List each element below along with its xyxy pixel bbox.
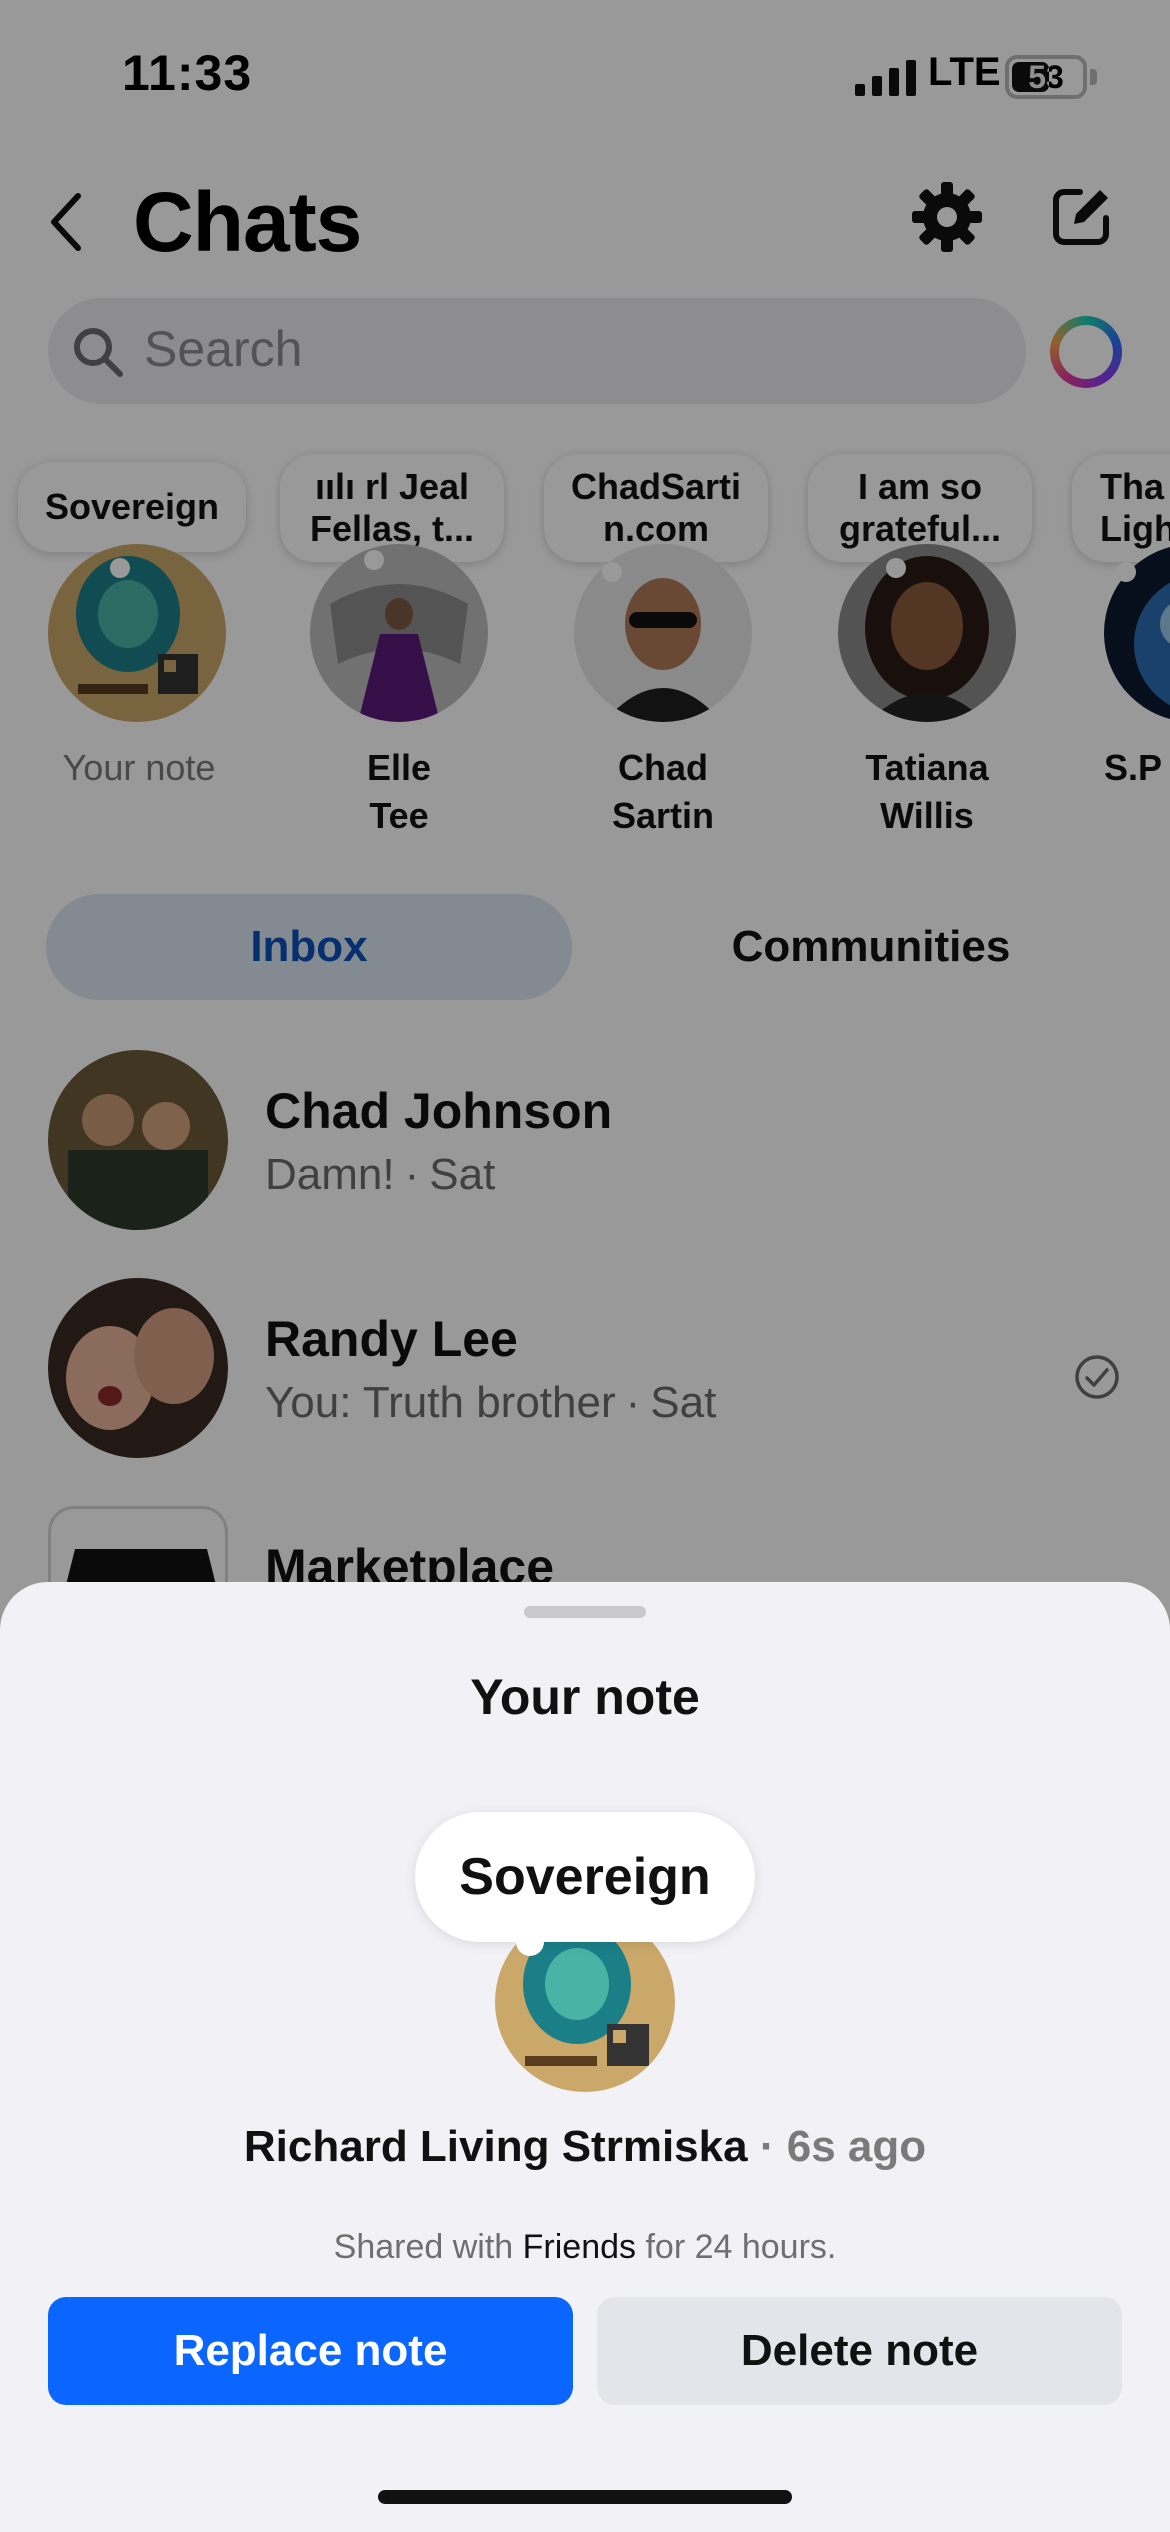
- owner-name: Richard Living Strmiska: [243, 2122, 748, 2171]
- share-info: Shared with Friends for 24 hours.: [333, 2228, 837, 2266]
- note-bubble: Sovereign: [415, 1812, 755, 1942]
- sheet-title: Your note: [470, 1669, 700, 1725]
- audience-link[interactable]: Friends: [523, 2228, 636, 2266]
- note-sheet: Your note Sovereign Richard Living Strmi…: [0, 1582, 1170, 2532]
- replace-note-button[interactable]: Replace note: [48, 2297, 573, 2405]
- note-owner: Richard Living Strmiska · 6s ago: [0, 2122, 1170, 2172]
- delete-note-button[interactable]: Delete note: [597, 2297, 1122, 2405]
- note-time: · 6s ago: [759, 2122, 927, 2171]
- sheet-grabber[interactable]: [524, 1606, 646, 1618]
- home-indicator: [378, 2490, 792, 2504]
